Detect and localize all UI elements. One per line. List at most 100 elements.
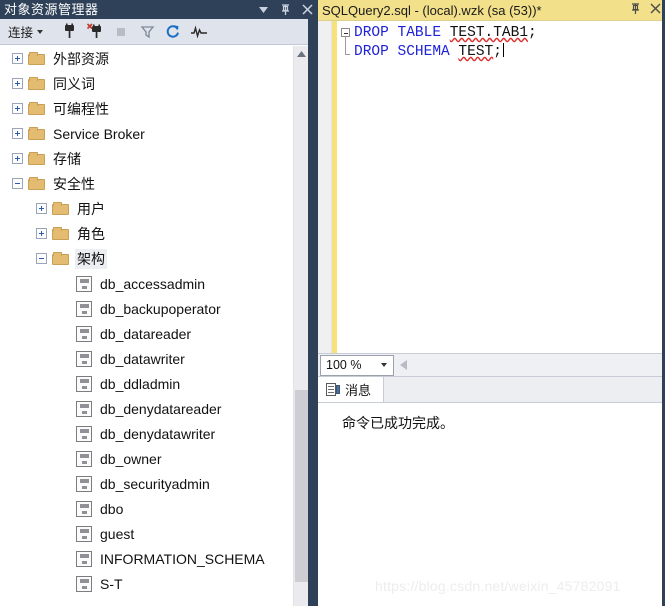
- tree-item[interactable]: db_denydatareader: [0, 396, 318, 421]
- tree-item[interactable]: db_backupoperator: [0, 296, 318, 321]
- window-menu-icon[interactable]: [252, 0, 274, 19]
- folder-icon: [28, 77, 45, 90]
- tree-item-label: guest: [100, 525, 135, 542]
- tree-item-label: db_ddladmin: [100, 375, 181, 392]
- tree-item[interactable]: 安全性: [0, 171, 318, 196]
- stop-icon[interactable]: [110, 21, 132, 43]
- tree-item[interactable]: 外部资源: [0, 46, 318, 71]
- filter-icon[interactable]: [136, 21, 158, 43]
- code-line-2: DROP SCHEMA TEST;: [354, 43, 662, 62]
- collapse-icon[interactable]: [36, 253, 47, 264]
- schema-icon: [76, 400, 92, 417]
- tree-item-label: 可编程性: [53, 100, 109, 117]
- schema-icon: [76, 550, 92, 567]
- tree-item-label: db_accessadmin: [100, 275, 206, 292]
- zoom-level-value: 100 %: [326, 358, 362, 372]
- tree-item[interactable]: Service Broker: [0, 121, 318, 146]
- results-pane: 消息 命令已成功完成。: [318, 376, 662, 606]
- tree-item[interactable]: guest: [0, 521, 318, 546]
- tree-item[interactable]: db_securityadmin: [0, 471, 318, 496]
- schema-icon: [76, 425, 92, 442]
- scroll-left-icon[interactable]: [394, 355, 412, 376]
- tree-item[interactable]: INFORMATION_SCHEMA: [0, 546, 318, 571]
- expand-icon[interactable]: [12, 78, 23, 89]
- sql-keyword: DROP TABLE: [354, 25, 442, 41]
- tree-item[interactable]: db_denydatawriter: [0, 421, 318, 446]
- tree-item-label: Service Broker: [53, 125, 145, 142]
- tree-item[interactable]: 架构: [0, 246, 318, 271]
- connect-icon[interactable]: [58, 21, 80, 43]
- sql-terminator: ;: [528, 25, 537, 41]
- expand-icon[interactable]: [12, 128, 23, 139]
- tree-item[interactable]: db_owner: [0, 446, 318, 471]
- tree-item[interactable]: 可编程性: [0, 96, 318, 121]
- tree-item[interactable]: db_datareader: [0, 321, 318, 346]
- tab-messages[interactable]: 消息: [318, 376, 385, 402]
- tree-item[interactable]: S-T: [0, 571, 318, 596]
- editor-horizontal-scrollbar[interactable]: [412, 354, 662, 376]
- scroll-up-icon[interactable]: [294, 46, 308, 62]
- pin-icon[interactable]: [625, 2, 645, 18]
- schema-icon: [76, 450, 92, 467]
- tree-item-label: 外部资源: [53, 50, 109, 67]
- folder-icon: [28, 127, 45, 140]
- object-explorer-tree[interactable]: 外部资源同义词可编程性 Service Broker 存储安全性用户 角色 架构 db_a…: [0, 46, 318, 606]
- folder-icon: [28, 52, 45, 65]
- sql-editor[interactable]: DROP TABLE TEST.TAB1; DROP SCHEMA TEST;: [318, 21, 662, 353]
- fold-foot: [345, 54, 350, 55]
- collapse-icon[interactable]: [12, 178, 23, 189]
- tree-item-label: db_securityadmin: [100, 475, 210, 492]
- expand-icon[interactable]: [12, 153, 23, 164]
- tree-item-label: 安全性: [53, 175, 95, 192]
- activity-monitor-icon[interactable]: [188, 21, 210, 43]
- connect-label: 连接: [8, 26, 34, 40]
- tree-item[interactable]: db_ddladmin: [0, 371, 318, 396]
- tree-item-label: dbo: [100, 500, 124, 517]
- expand-icon[interactable]: [36, 228, 47, 239]
- tree-item-label: db_datareader: [100, 325, 192, 342]
- tree-item-label: db_backupoperator: [100, 300, 221, 317]
- tree-item[interactable]: 存储: [0, 146, 318, 171]
- folder-icon: [52, 252, 69, 265]
- results-tab-strip: 消息: [318, 376, 662, 403]
- tree-item-label: S-T: [100, 575, 123, 592]
- expand-icon[interactable]: [12, 53, 23, 64]
- schema-icon: [76, 375, 92, 392]
- folder-icon: [28, 102, 45, 115]
- close-icon[interactable]: [296, 0, 318, 19]
- editor-tab[interactable]: SQLQuery2.sql - (local).wzk (sa (53))*: [318, 0, 665, 21]
- pin-icon[interactable]: [274, 0, 296, 19]
- object-explorer-panel: 对象资源管理器 连接 外部资源 同义词 可编程性 Service Broker …: [0, 0, 318, 606]
- disconnect-icon[interactable]: [84, 21, 106, 43]
- editor-gutter: [318, 21, 332, 353]
- connect-dropdown-button[interactable]: 连接: [6, 20, 46, 43]
- tree-item[interactable]: 同义词: [0, 71, 318, 96]
- editor-code[interactable]: DROP TABLE TEST.TAB1; DROP SCHEMA TEST;: [354, 21, 662, 353]
- tree-item[interactable]: db_accessadmin: [0, 271, 318, 296]
- tree-vertical-scrollbar[interactable]: [293, 46, 308, 606]
- ssms-window: 对象资源管理器 连接 外部资源 同义词 可编程性 Service Broker …: [0, 0, 665, 606]
- zoom-level-dropdown[interactable]: 100 %: [320, 354, 394, 376]
- editor-fold-margin[interactable]: [337, 21, 354, 353]
- expand-icon[interactable]: [36, 203, 47, 214]
- schema-icon: [76, 275, 92, 292]
- object-explorer-title: 对象资源管理器: [4, 2, 99, 17]
- schema-icon: [76, 350, 92, 367]
- tree-item-label: INFORMATION_SCHEMA: [100, 550, 265, 567]
- tree-item[interactable]: db_datawriter: [0, 346, 318, 371]
- refresh-icon[interactable]: [162, 21, 184, 43]
- collapse-region-icon[interactable]: [341, 28, 350, 37]
- schema-icon: [76, 325, 92, 342]
- tree-item[interactable]: 用户: [0, 196, 318, 221]
- watermark-text: https://blog.csdn.net/weixin_45782091: [375, 578, 621, 594]
- tree-item-label: db_denydatawriter: [100, 425, 216, 442]
- schema-icon: [76, 525, 92, 542]
- tree-item-label: 架构: [75, 248, 107, 269]
- tree-item[interactable]: dbo: [0, 496, 318, 521]
- object-explorer-toolbar: 连接: [0, 19, 318, 45]
- expand-icon[interactable]: [12, 103, 23, 114]
- scrollbar-thumb[interactable]: [295, 390, 308, 582]
- tab-messages-label: 消息: [345, 383, 372, 398]
- schema-icon: [76, 300, 92, 317]
- tree-item[interactable]: 角色: [0, 221, 318, 246]
